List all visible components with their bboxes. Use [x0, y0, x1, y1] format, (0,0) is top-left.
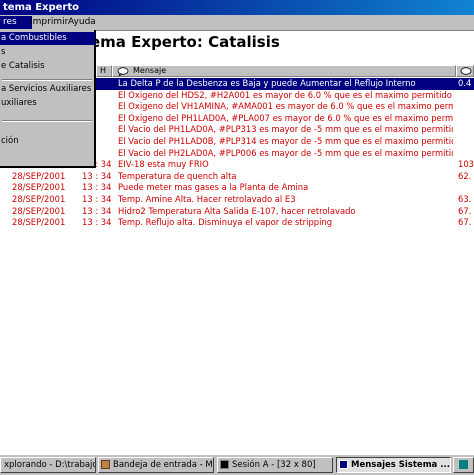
dropdown-item[interactable]: e Catalisis [0, 60, 95, 73]
window-icon [339, 460, 348, 469]
row-message: La Delta P de la Desbenza es Baja y pued… [118, 78, 416, 88]
row-value: 0.4 [458, 78, 472, 88]
message-icon [117, 67, 129, 76]
dropdown-item[interactable]: a Combustibles [0, 32, 95, 45]
taskbar-session-label: Sesión A - [32 x 80] [232, 460, 316, 470]
row-message: El Vacio del PH1LAD0B, #PLP314 es mayor … [118, 135, 453, 146]
dropdown-item[interactable]: a Servicios Auxiliares [0, 83, 95, 96]
row-value: 67. [458, 205, 472, 216]
menu-bar: res Imprimir Ayuda [0, 15, 474, 31]
row-date: 28/SEP/2001 [12, 205, 66, 216]
message-row[interactable]: 28/SEP/2001 13 : 34 Temperatura de quench … [0, 171, 474, 183]
row-value: 103 [458, 159, 474, 170]
column-header-message[interactable]: Mensaje [112, 65, 456, 77]
row-message: Temp. Reflujo alta. Disminuya el vapor d… [118, 217, 333, 228]
inbox-icon [101, 460, 110, 469]
column-header-time[interactable]: H [96, 65, 112, 77]
row-message: Hidro2 Temperatura Alta Salida E-107, ha… [118, 205, 356, 216]
page-title: ema Experto: Catalisis [90, 33, 280, 51]
menu-separator [2, 120, 92, 122]
row-value: 67. [458, 217, 472, 228]
row-date: 28/SEP/2001 [12, 193, 66, 204]
taskbar-extra-button[interactable] [453, 457, 474, 473]
message-icon-value [460, 67, 472, 75]
message-row[interactable]: 28/SEP/2001 13 : 34 Temp. Reflujo alta. Di… [0, 217, 474, 229]
app-icon [459, 460, 468, 469]
column-header-message-label: Mensaje [133, 66, 167, 75]
row-message: Puede meter mas gases a la Planta de Ami… [118, 182, 309, 193]
row-message: El Vacio del PH2LAD0A, #PLP006 es mayor … [118, 147, 453, 158]
taskbar-inbox[interactable]: Bandeja de entrada - Mi... [98, 457, 214, 473]
message-row[interactable]: 28/SEP/2001 13 : 34 Hidro2 Temperatura Alt… [0, 206, 474, 218]
terminal-icon [220, 460, 229, 469]
window-title: tema Experto [3, 2, 80, 13]
visores-dropdown-menu: a Combustibles s e Catalisis a Servicios Au… [0, 30, 96, 168]
row-message: El Oxigeno del HDS2, #H2A001 es mayor de… [118, 89, 452, 100]
message-row[interactable]: 28/SEP/2001 13 : 34 Puede meter mas gases … [0, 182, 474, 194]
row-date: 28/SEP/2001 [12, 170, 66, 181]
row-message: El Oxigeno del VH1AMINA, #AMA001 es mayo… [118, 101, 453, 112]
row-value: 62. [458, 170, 472, 181]
taskbar-explorer-label: xplorando - D:\trabajos... [4, 460, 95, 470]
row-date: 28/SEP/2001 [12, 182, 66, 193]
taskbar-inbox-label: Bandeja de entrada - Mi... [113, 460, 214, 470]
row-message: El Vacio del PH1LAD0A, #PLP313 es mayor … [118, 124, 453, 135]
row-value: 63. [458, 193, 472, 204]
menu-separator [2, 79, 92, 81]
row-message: EIV-18 esta muy FRIO [118, 159, 209, 170]
row-date: 28/SEP/2001 [12, 217, 66, 228]
dropdown-item[interactable]: uxiliares [0, 97, 95, 110]
dropdown-item[interactable]: ción [0, 135, 95, 148]
column-header-value[interactable] [456, 65, 474, 77]
row-message: Temp. Amine Alta. Hacer retrolavado al E… [118, 193, 296, 204]
row-message: Temperatura de quench alta [118, 170, 237, 181]
window-title-bar[interactable]: tema Experto [0, 0, 474, 15]
menu-ayuda[interactable]: Ayuda [65, 16, 99, 29]
dropdown-item[interactable]: s [0, 46, 95, 59]
message-row[interactable]: 28/SEP/2001 13 : 34 Temp. Amine Alta. Hace… [0, 194, 474, 206]
taskbar: xplorando - D:\trabajos... Bandeja de en… [0, 454, 474, 475]
taskbar-explorer[interactable]: xplorando - D:\trabajos... [0, 457, 96, 473]
row-message: El Oxigeno del PH1LAD0A, #PLA007 es mayo… [118, 112, 453, 123]
taskbar-mensajes-label: Mensajes Sistema ... [351, 460, 450, 470]
taskbar-mensajes-sistema[interactable]: Mensajes Sistema ... [336, 457, 451, 473]
taskbar-session-a[interactable]: Sesión A - [32 x 80] [217, 457, 333, 473]
